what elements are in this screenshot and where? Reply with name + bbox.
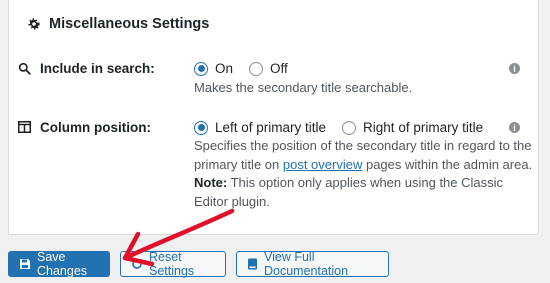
save-icon [19,258,31,270]
reset-settings-button[interactable]: Reset Settings [120,250,226,278]
radio-button-off[interactable] [249,61,264,76]
radio-label-right: Right of primary title [363,120,484,135]
column-position-label: Column position: [18,120,151,135]
reset-icon [131,258,143,270]
include-in-search-label: Include in search: [18,61,155,76]
info-icon[interactable]: i [509,122,520,133]
radio-left-of-primary[interactable]: Left of primary title [194,120,326,135]
settings-panel: Miscellaneous Settings Include in search… [8,0,539,235]
description-text-end: pages within the admin area. [362,156,533,172]
book-icon [247,258,258,270]
include-in-search-options: On Off [194,61,304,76]
include-in-search-description: Makes the secondary title searchable. [194,80,413,95]
radio-label-off: Off [270,61,288,76]
search-icon [18,62,32,76]
save-changes-label: Save Changes [37,250,88,278]
view-documentation-button[interactable]: View Full Documentation [236,250,389,278]
reset-settings-label: Reset Settings [149,250,195,278]
gear-icon [27,17,41,31]
panel-title: Miscellaneous Settings [27,16,209,32]
include-in-search-label-text: Include in search: [40,61,155,76]
info-icon[interactable]: i [509,63,520,74]
radio-button-left[interactable] [194,120,208,135]
panel-title-text: Miscellaneous Settings [49,16,210,32]
note-label: Note: [194,175,228,190]
column-position-description: Specifies the position of the secondary … [194,137,534,211]
columns-icon [18,120,32,135]
column-position-options: Left of primary title Right of primary t… [194,120,499,135]
radio-label-left: Left of primary title [215,120,327,135]
note-text: This option only applies when using the … [194,175,504,209]
radio-search-off[interactable]: Off [249,61,288,76]
radio-search-on[interactable]: On [194,61,233,76]
view-documentation-label: View Full Documentation [264,250,349,278]
radio-right-of-primary[interactable]: Right of primary title [342,120,483,135]
radio-button-on[interactable] [194,61,208,76]
radio-label-on: On [215,61,234,76]
post-overview-link[interactable]: post overview [283,157,362,172]
column-position-label-text: Column position: [40,120,151,135]
save-changes-button[interactable]: Save Changes [8,250,110,278]
radio-button-right[interactable] [342,120,357,135]
